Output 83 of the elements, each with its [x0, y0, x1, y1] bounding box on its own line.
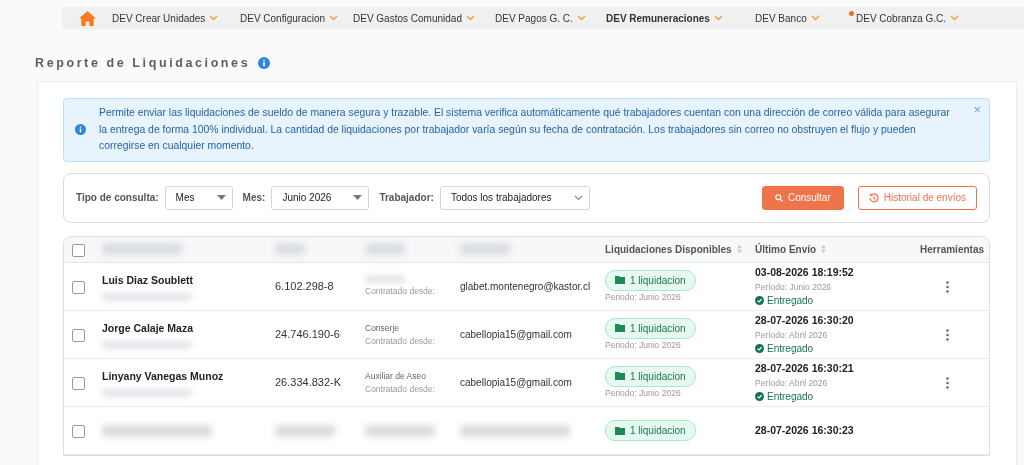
payslip-count-badge[interactable]: 1 liquidacion: [605, 269, 696, 291]
row-checkbox[interactable]: [72, 280, 85, 294]
sort-icon: [821, 245, 827, 254]
dropdown-arrow-icon: [216, 195, 226, 200]
blurred-area: [365, 424, 435, 437]
nav-menu-item[interactable]: DEV Crear Unidades: [105, 10, 233, 26]
hire-date-label: Contratado desde:: [365, 382, 436, 396]
chevron-down-icon: [573, 194, 583, 201]
sent-datetime: 28-07-2026 16:30:23: [755, 422, 855, 438]
rut-text: 6.102.298-8: [275, 280, 334, 293]
period-text: Periodo: Junio 2026: [605, 386, 682, 400]
payslip-count-badge[interactable]: 1 liquidacion: [605, 317, 696, 339]
folder-icon: [615, 276, 625, 285]
period-text: Período: Abril 2026: [755, 376, 829, 390]
delivery-status: Entregado: [755, 293, 894, 309]
row-checkbox[interactable]: [72, 424, 85, 438]
caret-icon: [713, 15, 723, 21]
caret-icon: [329, 15, 339, 21]
filter-label: Mes:: [242, 191, 266, 205]
blurred-area: [365, 243, 405, 256]
delivery-status: Entregado: [755, 389, 894, 405]
sort-icon: [736, 245, 742, 254]
nav-menu-item[interactable]: DEV Pagos G. C.: [488, 10, 599, 26]
info-icon: [75, 124, 86, 135]
row-checkbox[interactable]: [72, 376, 85, 390]
folder-icon: [615, 324, 625, 333]
email-text: cabellopia15@gmail.com: [460, 329, 572, 341]
row-checkbox[interactable]: [72, 328, 85, 342]
sent-datetime: 28-07-2026 16:30:20: [755, 312, 855, 328]
sent-datetime: 03-08-2026 18:19:52: [755, 264, 855, 280]
folder-icon: [615, 372, 625, 381]
kebab-menu-icon: [945, 329, 949, 342]
nav-menu-item[interactable]: DEV Configuracion: [233, 10, 346, 26]
hire-date-label: Contratado desde:: [365, 334, 436, 348]
job-title: Auxiliar de Aseo: [365, 369, 427, 383]
worker-name: Linyany Vanegas Munoz: [102, 368, 225, 384]
nav-menu-item[interactable]: DEV Gastos Comunidad: [346, 10, 488, 26]
search-icon: [774, 192, 783, 203]
blurred-area: [460, 243, 510, 256]
payslip-count-badge[interactable]: 1 liquidacion: [605, 420, 696, 441]
period-text: Período: Junio 2026: [755, 280, 833, 294]
rut-text: 24.746.190-6: [275, 328, 340, 341]
period-text: Período: Abril 2026: [755, 328, 829, 342]
worker-name: Jorge Calaje Maza: [102, 320, 195, 336]
blurred-area: [275, 424, 335, 437]
kebab-menu-icon: [945, 377, 949, 390]
delivery-status: Entregado: [755, 341, 894, 357]
email-text: cabellopia15@gmail.com: [460, 377, 572, 389]
sent-datetime: 28-07-2026 16:30:21: [755, 360, 855, 376]
filter-label: Tipo de consulta:: [76, 191, 159, 205]
rut-text: 26.334.832-K: [275, 376, 342, 389]
nav-menu-item[interactable]: DEV Remuneraciones: [599, 10, 748, 26]
hire-date-label: Contratado desde:: [365, 284, 436, 298]
payslip-count-badge[interactable]: 1 liquidacion: [605, 365, 696, 387]
blurred-area: [275, 243, 305, 256]
check-circle-icon: [755, 344, 764, 354]
caret-icon: [810, 15, 820, 21]
period-text: Periodo: Junio 2026: [605, 338, 682, 352]
check-circle-icon: [755, 296, 764, 306]
select-field[interactable]: Mes: [164, 185, 233, 210]
caret-icon: [209, 15, 219, 21]
job-title: Conserje: [365, 321, 401, 335]
page-title: Reporte de Liquidaciones: [35, 54, 251, 72]
filter-label: Trabajador:: [379, 191, 434, 205]
folder-icon: [615, 426, 625, 435]
kebab-menu-icon: [945, 281, 949, 294]
history-icon: [868, 192, 879, 203]
worker-name: Luis Diaz Soublett: [102, 272, 194, 288]
check-circle-icon: [755, 392, 764, 402]
email-text: glabet.montenegro@kastor.cl: [460, 281, 591, 293]
select-all-checkbox[interactable]: [72, 243, 85, 257]
nav-menu-item[interactable]: DEV Cobranza G.C.: [849, 10, 960, 26]
caret-icon: [465, 15, 475, 21]
caret-icon: [576, 15, 586, 21]
period-text: Periodo: Junio 2026: [605, 290, 682, 304]
nav-menu-item[interactable]: DEV Banco: [748, 10, 849, 26]
select-field[interactable]: Junio 2026: [271, 185, 370, 210]
alert-text: Permite enviar las liquidaciones de sueldo de manera segura y trazable. El sistema verifica automáticamente qué trabajadores cuentan con una dirección de correo válida para asegurar la entrega de forma 100% individual. La cantidad de liquidaciones por trabajador varía según su fecha de contratación. Los trabajadores sin correo no obstruyen el flujo y pueden corregirse en cualquier momento.: [99, 107, 950, 151]
dropdown-arrow-icon: [353, 195, 363, 200]
info-icon[interactable]: [258, 57, 271, 69]
home-icon[interactable]: [79, 10, 96, 26]
caret-icon: [950, 15, 960, 21]
select-field[interactable]: Todos los trabajadores: [439, 185, 590, 210]
